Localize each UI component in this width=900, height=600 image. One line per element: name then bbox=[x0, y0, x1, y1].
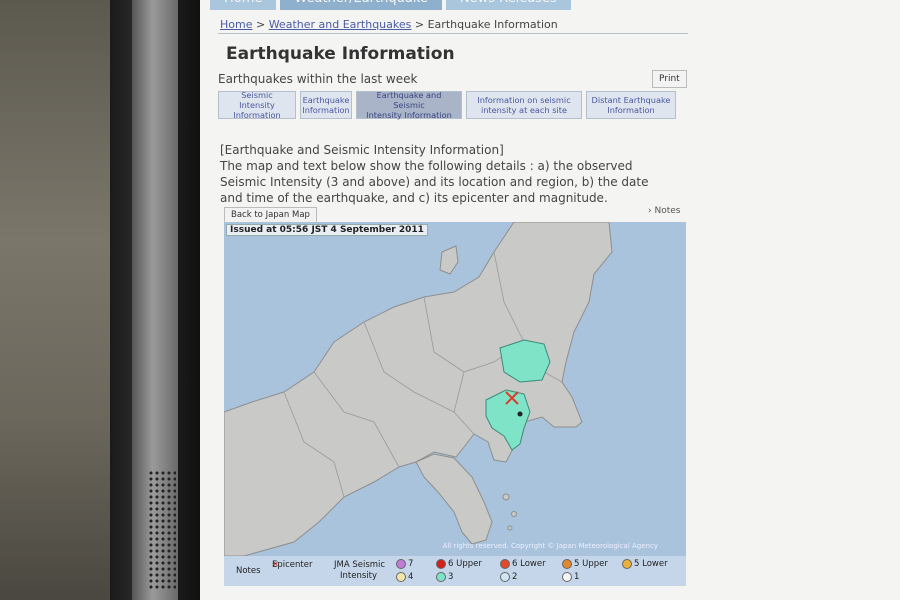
legend-jma-title-2: Intensity bbox=[340, 571, 377, 581]
intensity-6-upper-swatch bbox=[436, 559, 446, 569]
tab-distant-earthquake-information[interactable]: Distant Earthquake Information bbox=[586, 91, 676, 119]
tab-label-line: Earthquake bbox=[302, 95, 350, 105]
legend-epicenter-label: Epicenter bbox=[272, 560, 313, 570]
legend-intensity-5-upper: 5 Upper bbox=[562, 559, 608, 571]
legend-intensity-7: 7 bbox=[396, 559, 413, 571]
description-line: The map and text below show the followin… bbox=[220, 159, 633, 173]
tab-label-line: Information on seismic bbox=[477, 95, 571, 105]
legend-label: 5 Lower bbox=[634, 559, 668, 569]
island-sado bbox=[439, 245, 459, 275]
legend-label: 4 bbox=[408, 572, 414, 582]
back-to-japan-map-button[interactable]: Back to Japan Map bbox=[224, 207, 317, 223]
description-line: Seismic Intensity (3 and above) and its … bbox=[220, 175, 649, 189]
intensity-2-swatch bbox=[500, 572, 510, 582]
description-line: and time of the earthquake, and c) its e… bbox=[220, 191, 608, 205]
breadcrumb-separator: > bbox=[255, 18, 266, 31]
browser-screen: Home Weather/Earthquake News Releases Ho… bbox=[200, 0, 900, 600]
legend-intensity-2: 2 bbox=[500, 572, 517, 584]
legend-intensity-6-upper: 6 Upper bbox=[436, 559, 482, 571]
intensity-1-swatch bbox=[562, 572, 572, 582]
page-title: Earthquake Information bbox=[226, 44, 455, 64]
page-subtitle: Earthquakes within the last week bbox=[218, 72, 418, 86]
legend-label: 3 bbox=[448, 572, 454, 582]
intensity-5-upper-swatch bbox=[562, 559, 572, 569]
breadcrumb-separator: > bbox=[414, 18, 425, 31]
breadcrumb-current: Earthquake Information bbox=[427, 18, 558, 31]
intensity-5-lower-swatch bbox=[622, 559, 632, 569]
legend-label: 6 Upper bbox=[448, 559, 482, 569]
legend-intensity-5-lower: 5 Lower bbox=[622, 559, 668, 571]
breadcrumb: Home > Weather and Earthquakes > Earthqu… bbox=[220, 18, 558, 31]
tab-weather-earthquake[interactable]: Weather/Earthquake bbox=[280, 0, 442, 10]
tab-label-line: Seismic Intensity bbox=[239, 90, 275, 110]
tab-label-line: Distant Earthquake bbox=[591, 95, 671, 105]
screen-glare bbox=[890, 0, 900, 600]
tab-news-releases[interactable]: News Releases bbox=[445, 0, 571, 10]
legend-intensity-6-lower: 6 Lower bbox=[500, 559, 546, 571]
legend-label: 5 Upper bbox=[574, 559, 608, 569]
legend-label: 2 bbox=[512, 572, 518, 582]
tab-seismic-intensity-information[interactable]: Seismic Intensity Information bbox=[218, 90, 296, 120]
map-legend: Notes ✕ Epicenter JMA Seismic Intensity 7… bbox=[224, 556, 686, 586]
tab-earthquake-and-seismic-intensity-information[interactable]: Earthquake and Seismic Intensity Informat… bbox=[356, 90, 462, 120]
legend-intensity-1: 1 bbox=[562, 572, 579, 584]
map-graphic bbox=[224, 222, 613, 556]
island-small bbox=[511, 511, 517, 517]
island-small bbox=[502, 493, 510, 501]
land-mass bbox=[224, 222, 613, 556]
intensity-3-swatch bbox=[436, 572, 446, 582]
tab-label-line: Earthquake and Seismic bbox=[376, 90, 442, 110]
room-background bbox=[0, 0, 110, 600]
legend-intensity-4: 4 bbox=[396, 572, 413, 584]
intensity-6-lower-swatch bbox=[500, 559, 510, 569]
intensity-4-swatch bbox=[396, 572, 406, 582]
copyright-text: All rights reserved. Copyright © Japan M… bbox=[442, 542, 658, 550]
speaker-grill bbox=[148, 470, 176, 590]
notes-link-label: Notes bbox=[654, 206, 681, 216]
tab-label-line: Information bbox=[607, 105, 655, 115]
tab-label-line: Intensity Information bbox=[366, 110, 452, 120]
legend-intensity-3: 3 bbox=[436, 572, 453, 584]
description: [Earthquake and Seismic Intensity Inform… bbox=[220, 142, 680, 206]
tab-label-line: intensity at each site bbox=[480, 105, 568, 115]
legend-label: 7 bbox=[408, 559, 414, 569]
print-button[interactable]: Print bbox=[652, 70, 687, 88]
earthquake-map[interactable]: Issued at 05:56 JST 4 September 2011 All… bbox=[224, 222, 686, 556]
main-nav: Home Weather/Earthquake News Releases bbox=[210, 0, 571, 10]
issued-time-label: Issued at 05:56 JST 4 September 2011 bbox=[226, 224, 428, 236]
land-peninsula bbox=[415, 453, 493, 545]
tab-label-line: Information bbox=[233, 110, 281, 120]
description-heading: [Earthquake and Seismic Intensity Inform… bbox=[220, 143, 504, 157]
divider bbox=[218, 33, 688, 34]
tab-earthquake-information[interactable]: Earthquake Information bbox=[300, 91, 352, 119]
legend-label: 6 Lower bbox=[512, 559, 546, 569]
observation-point bbox=[517, 411, 523, 417]
island-small bbox=[507, 525, 513, 531]
tab-information-on-seismic-intensity-at-each-site[interactable]: Information on seismic intensity at each … bbox=[466, 91, 582, 119]
info-tabs: Seismic Intensity Information Earthquake I… bbox=[218, 90, 676, 120]
legend-jma-title-1: JMA Seismic bbox=[334, 560, 386, 570]
legend-label: 1 bbox=[574, 572, 580, 582]
breadcrumb-home-link[interactable]: Home bbox=[220, 18, 252, 31]
intensity-7-swatch bbox=[396, 559, 406, 569]
breadcrumb-weather-link[interactable]: Weather and Earthquakes bbox=[269, 18, 412, 31]
legend-notes: Notes bbox=[236, 566, 261, 576]
tab-label-line: Information bbox=[302, 105, 350, 115]
tab-home[interactable]: Home bbox=[210, 0, 277, 10]
notes-link[interactable]: › Notes bbox=[648, 206, 680, 216]
